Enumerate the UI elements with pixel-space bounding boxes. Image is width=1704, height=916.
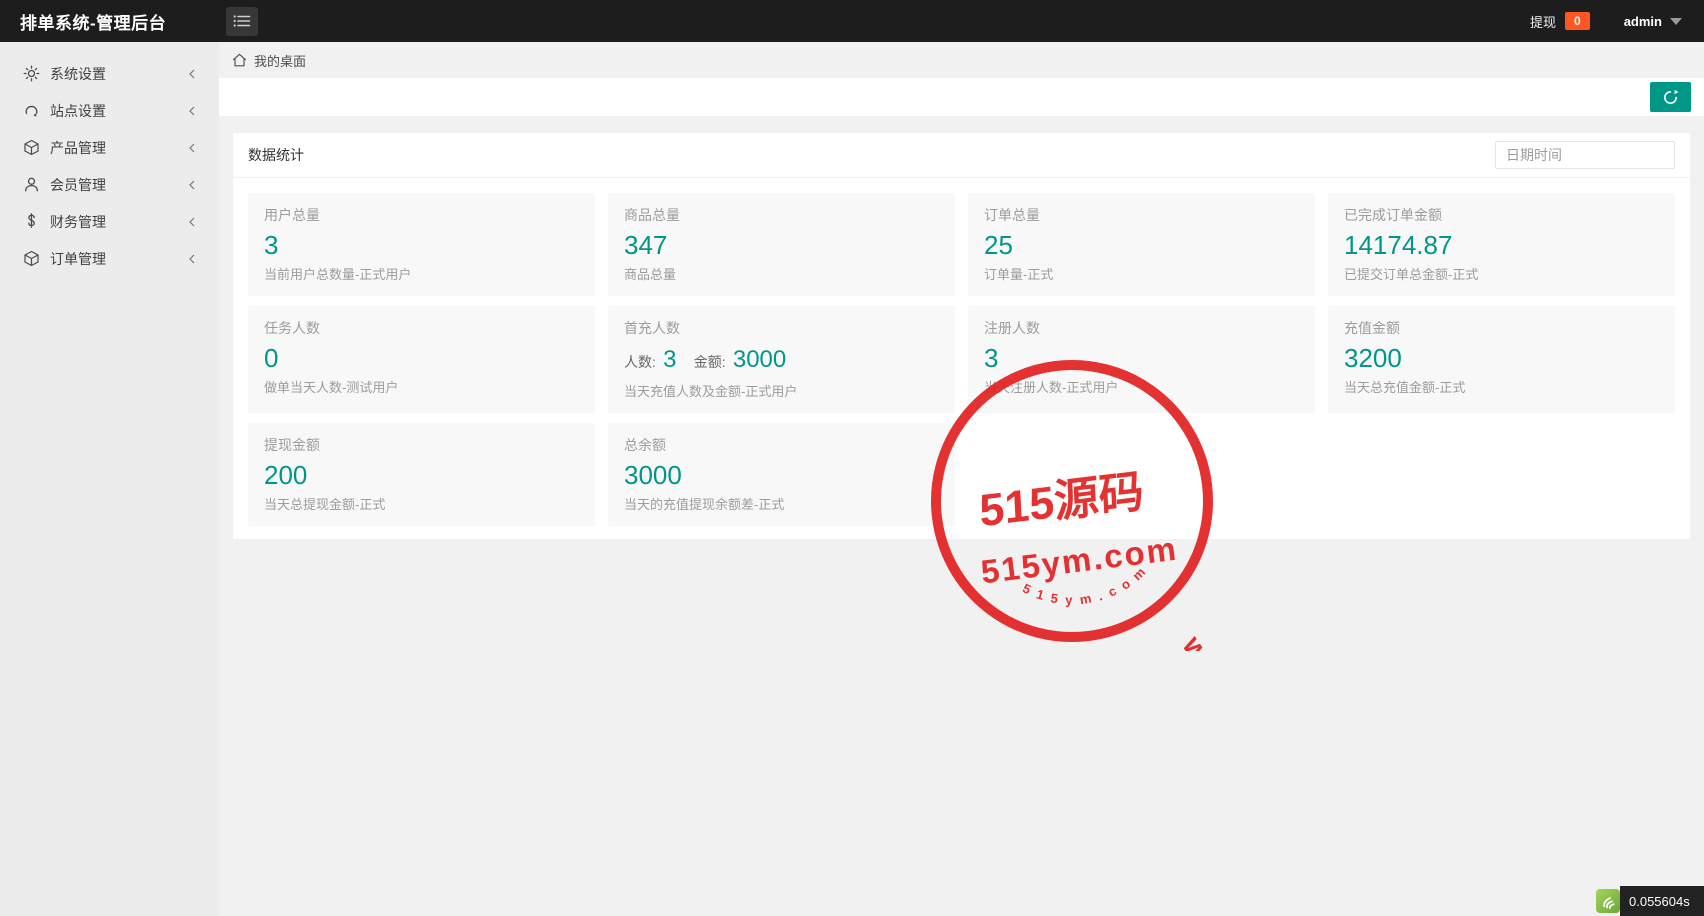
main-content: 我的桌面 数据统计 用户总量 3 当前用户总数量-正式用户 商品总量 347 商… — [219, 42, 1704, 916]
pair-value: 3000 — [733, 346, 786, 373]
panel-title: 数据统计 — [248, 145, 304, 165]
thinkphp-trace-icon[interactable] — [1596, 889, 1620, 913]
stat-desc: 当天充值人数及金额-正式用户 — [624, 382, 939, 401]
stats-grid: 用户总量 3 当前用户总数量-正式用户 商品总量 347 商品总量 订单总量 2… — [233, 178, 1690, 539]
gear-icon — [22, 65, 40, 83]
svg-text:515ym.com: 515ym.com — [1018, 558, 1158, 615]
sidebar-item-site-settings[interactable]: 站点设置 — [0, 92, 219, 129]
sidebar-item-label: 财务管理 — [50, 212, 189, 232]
home-icon — [232, 53, 247, 67]
stat-card-registered-users: 注册人数 3 当天注册人数-正式用户 — [968, 306, 1315, 413]
sidebar-item-system-settings[interactable]: 系统设置 — [0, 55, 219, 92]
toolbar — [219, 78, 1704, 116]
stat-value: 25 — [984, 229, 1299, 262]
stat-value: 14174.87 — [1344, 229, 1659, 262]
sidebar-item-label: 会员管理 — [50, 175, 189, 195]
stat-desc: 当前用户总数量-正式用户 — [264, 265, 579, 284]
stat-card-withdraw-amount: 提现金额 200 当天总提现金额-正式 — [248, 423, 595, 526]
stamp-arc-top-text: www.515ym.com — [951, 627, 1222, 651]
stat-value: 0 — [264, 342, 579, 375]
stat-value: 347 — [624, 229, 939, 262]
stat-label: 商品总量 — [624, 206, 939, 225]
user-icon — [22, 176, 40, 194]
app-title: 排单系统-管理后台 — [0, 9, 219, 34]
stat-card-total-products: 商品总量 347 商品总量 — [608, 193, 955, 296]
stat-value: 3000 — [624, 459, 939, 492]
stat-card-recharge-amount: 充值金额 3200 当天总充值金额-正式 — [1328, 306, 1675, 413]
sidebar-toggle-button[interactable] — [226, 7, 258, 36]
stamp-arc-bottom-text: 515ym.com — [1018, 558, 1158, 615]
sidebar-item-member-management[interactable]: 会员管理 — [0, 166, 219, 203]
pair-label: 人数: — [624, 354, 656, 370]
stat-desc: 商品总量 — [624, 265, 939, 284]
stat-label: 已完成订单金额 — [1344, 206, 1659, 225]
withdraw-link[interactable]: 提现 — [1530, 12, 1556, 31]
chevron-left-icon — [189, 143, 195, 153]
stat-label: 订单总量 — [984, 206, 1299, 225]
sidebar-item-label: 站点设置 — [50, 101, 189, 121]
date-range-input[interactable] — [1495, 141, 1675, 169]
withdraw-count-badge[interactable]: 0 — [1565, 12, 1590, 30]
breadcrumb: 我的桌面 — [219, 42, 1704, 78]
sidebar-item-order-management[interactable]: 订单管理 — [0, 240, 219, 277]
top-header: 排单系统-管理后台 提现 0 admin — [0, 0, 1704, 42]
stat-value: 3200 — [1344, 342, 1659, 375]
stat-card-total-orders: 订单总量 25 订单量-正式 — [968, 193, 1315, 296]
sidebar-item-finance-management[interactable]: 财务管理 — [0, 203, 219, 240]
refresh-icon — [1662, 89, 1679, 106]
cube-icon — [22, 139, 40, 157]
sidebar-item-label: 系统设置 — [50, 64, 189, 84]
stat-desc: 做单当天人数-测试用户 — [264, 378, 579, 397]
stat-desc: 当天注册人数-正式用户 — [984, 378, 1299, 397]
bell-icon — [22, 102, 40, 120]
dollar-icon — [22, 213, 40, 231]
stat-value: 200 — [264, 459, 579, 492]
stat-card-total-balance: 总余额 3000 当天的充值提现余额差-正式 — [608, 423, 955, 526]
stat-desc: 当天总提现金额-正式 — [264, 495, 579, 514]
menu-list-icon — [233, 14, 251, 28]
chevron-down-icon[interactable] — [1670, 18, 1682, 25]
stat-label: 用户总量 — [264, 206, 579, 225]
cube-icon — [22, 250, 40, 268]
stat-label: 总余额 — [624, 436, 939, 455]
stat-value: 3 — [984, 342, 1299, 375]
stat-desc: 已提交订单总金额-正式 — [1344, 265, 1659, 284]
refresh-button[interactable] — [1650, 82, 1691, 112]
stat-label: 提现金额 — [264, 436, 579, 455]
chevron-left-icon — [189, 217, 195, 227]
stat-card-completed-order-amount: 已完成订单金额 14174.87 已提交订单总金额-正式 — [1328, 193, 1675, 296]
debug-duration: 0.055604s — [1620, 886, 1704, 916]
chevron-left-icon — [189, 106, 195, 116]
stat-value: 3 — [264, 229, 579, 262]
sidebar-item-label: 订单管理 — [50, 249, 189, 269]
flame-icon — [1598, 891, 1618, 911]
stat-value-pair: 人数: 3 金额: 3000 — [624, 342, 939, 379]
stats-panel: 数据统计 用户总量 3 当前用户总数量-正式用户 商品总量 347 商品总量 订… — [233, 133, 1690, 539]
stat-desc: 当天总充值金额-正式 — [1344, 378, 1659, 397]
chevron-left-icon — [189, 69, 195, 79]
breadcrumb-label[interactable]: 我的桌面 — [254, 51, 306, 70]
stat-desc: 当天的充值提现余额差-正式 — [624, 495, 939, 514]
stats-panel-header: 数据统计 — [233, 133, 1690, 178]
stat-label: 任务人数 — [264, 319, 579, 338]
user-menu[interactable]: admin — [1624, 14, 1662, 29]
sidebar-item-product-management[interactable]: 产品管理 — [0, 129, 219, 166]
pair-value: 3 — [663, 346, 676, 373]
pair-label: 金额: — [694, 354, 726, 370]
stat-card-total-users: 用户总量 3 当前用户总数量-正式用户 — [248, 193, 595, 296]
stat-card-first-recharge: 首充人数 人数: 3 金额: 3000 当天充值人数及金额-正式用户 — [608, 306, 955, 413]
sidebar-item-label: 产品管理 — [50, 138, 189, 158]
sidebar-nav: 系统设置 站点设置 产品管理 — [0, 42, 219, 916]
stat-card-task-users: 任务人数 0 做单当天人数-测试用户 — [248, 306, 595, 413]
chevron-left-icon — [189, 254, 195, 264]
stat-label: 注册人数 — [984, 319, 1299, 338]
stat-label: 充值金额 — [1344, 319, 1659, 338]
stat-label: 首充人数 — [624, 319, 939, 338]
stat-desc: 订单量-正式 — [984, 265, 1299, 284]
svg-text:www.515ym.com: www.515ym.com — [951, 627, 1222, 651]
debug-trace: 0.055604s — [1596, 886, 1704, 916]
chevron-left-icon — [189, 180, 195, 190]
header-right: 提现 0 admin — [1530, 12, 1704, 31]
